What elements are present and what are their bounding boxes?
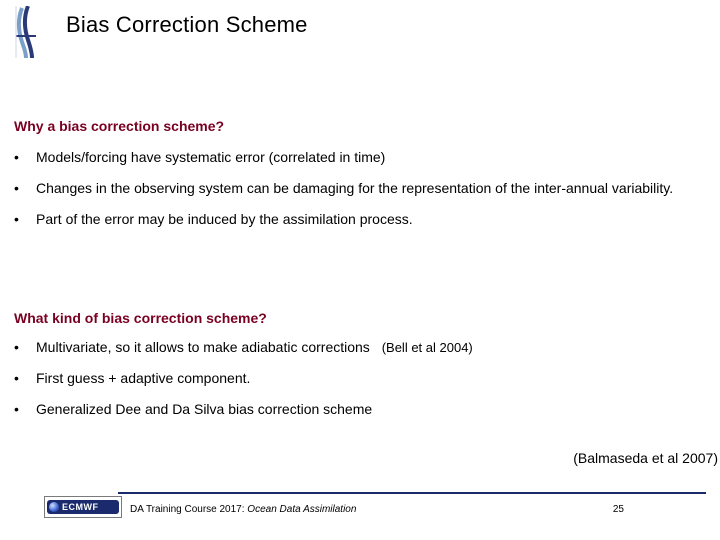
bullet-text: Part of the error may be induced by the …: [36, 210, 700, 229]
list-item: • Changes in the observing system can be…: [14, 179, 700, 198]
footer-topic: Ocean Data Assimilation: [247, 504, 356, 515]
bullet-list-what: • Multivariate, so it allows to make adi…: [14, 338, 700, 431]
ecmwf-logo: ECMWF: [44, 496, 122, 518]
bullet-text: First guess + adaptive component.: [36, 369, 700, 388]
list-item: • Multivariate, so it allows to make adi…: [14, 338, 700, 357]
bullet-glyph: •: [14, 369, 36, 388]
section-heading-why: Why a bias correction scheme?: [14, 118, 224, 134]
inline-citation: (Bell et al 2004): [382, 340, 473, 355]
list-item: • Models/forcing have systematic error (…: [14, 148, 700, 167]
bullet-glyph: •: [14, 179, 36, 198]
bullet-list-why: • Models/forcing have systematic error (…: [14, 148, 700, 241]
bullet-glyph: •: [14, 400, 36, 419]
bullet-main-text: Multivariate, so it allows to make adiab…: [36, 339, 370, 355]
logo-text: ECMWF: [62, 502, 99, 512]
list-item: • Generalized Dee and Da Silva bias corr…: [14, 400, 700, 419]
footer-divider: [118, 492, 706, 494]
bottom-citation: (Balmaseda et al 2007): [573, 450, 718, 466]
slide: Bias Correction Scheme Why a bias correc…: [0, 0, 720, 540]
corner-decoration-icon: [12, 6, 40, 58]
list-item: • First guess + adaptive component.: [14, 369, 700, 388]
slide-title: Bias Correction Scheme: [66, 12, 308, 38]
footer-course: DA Training Course 2017:: [130, 504, 247, 515]
bullet-text: Changes in the observing system can be d…: [36, 179, 700, 198]
bullet-text: Generalized Dee and Da Silva bias correc…: [36, 400, 700, 419]
bullet-glyph: •: [14, 210, 36, 229]
footer-caption: DA Training Course 2017: Ocean Data Assi…: [130, 504, 356, 515]
bullet-glyph: •: [14, 148, 36, 167]
logo-pill: ECMWF: [47, 500, 119, 514]
globe-icon: [49, 502, 59, 512]
bullet-text: Models/forcing have systematic error (co…: [36, 148, 700, 167]
section-heading-what: What kind of bias correction scheme?: [14, 310, 267, 326]
bullet-text: Multivariate, so it allows to make adiab…: [36, 338, 700, 357]
bullet-glyph: •: [14, 338, 36, 357]
list-item: • Part of the error may be induced by th…: [14, 210, 700, 229]
slide-number: 25: [613, 504, 624, 515]
